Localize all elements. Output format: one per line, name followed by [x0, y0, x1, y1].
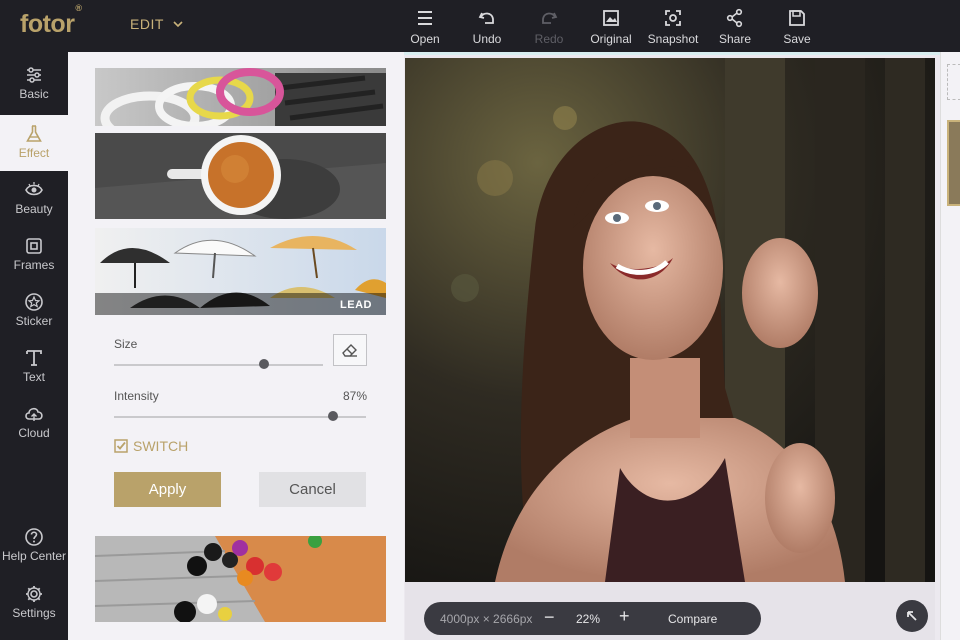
sidebar-item-text[interactable]: Text: [0, 339, 68, 395]
size-slider-track[interactable]: [114, 364, 323, 366]
edit-mode-label: EDIT: [130, 16, 164, 32]
sidebar-item-settings[interactable]: Settings: [0, 575, 68, 631]
fit-screen-button[interactable]: [896, 600, 928, 632]
arrow-up-left-icon: [907, 611, 917, 621]
undo-icon: [478, 12, 494, 24]
save-icon: [789, 10, 805, 26]
sidebar-item-basic[interactable]: Basic: [0, 56, 68, 112]
sidebar-item-frames[interactable]: Frames: [0, 227, 68, 283]
snapshot-icon: [665, 10, 681, 26]
edited-photo[interactable]: [405, 58, 935, 582]
bracelets-image: [95, 68, 386, 126]
left-sidebar: Basic Effect Beauty Frames Sticker Text …: [0, 52, 68, 640]
eraser-icon: [342, 344, 357, 357]
sidebar-item-effect[interactable]: Effect: [0, 115, 68, 171]
size-label: Size: [114, 337, 138, 351]
zoom-out-button[interactable]: −: [544, 607, 555, 628]
switch-label: SWITCH: [133, 438, 189, 454]
candies-image: [95, 536, 386, 622]
switch-checkbox[interactable]: SWITCH: [114, 438, 188, 454]
edit-mode-dropdown[interactable]: EDIT: [130, 16, 184, 32]
right-history-strip: [940, 52, 960, 640]
eraser-button[interactable]: [333, 334, 367, 366]
image-dimensions: 4000px × 2666px: [440, 612, 533, 626]
effect-thumbnail-candies[interactable]: [95, 536, 386, 622]
frame-icon: [26, 238, 42, 254]
effect-thumbnail-bracelets[interactable]: [95, 68, 386, 126]
star-icon: [25, 293, 43, 311]
eye-icon: [25, 182, 43, 196]
help-icon: [25, 528, 43, 546]
intensity-value: 87%: [343, 389, 368, 403]
open-button[interactable]: Open: [390, 8, 460, 46]
original-button[interactable]: Original: [576, 8, 646, 46]
text-icon: [26, 350, 42, 366]
redo-icon: [542, 12, 558, 24]
cloud-icon: [25, 407, 43, 421]
cancel-button[interactable]: Cancel: [259, 472, 366, 507]
effect-panel: LEAD Size Intensity 87% SWITCH Apply Can…: [68, 52, 404, 640]
zoom-in-button[interactable]: +: [619, 606, 630, 627]
fotor-logo[interactable]: fotor®: [20, 3, 82, 39]
redo-button[interactable]: Redo: [514, 8, 584, 46]
zoom-level: 22%: [576, 612, 601, 626]
intensity-label: Intensity: [114, 389, 159, 403]
intensity-slider-knob[interactable]: [328, 411, 339, 421]
menu-icon: [418, 11, 432, 25]
flask-icon: [26, 125, 42, 142]
image-icon: [603, 10, 619, 26]
zoom-bar: 4000px × 2666px − 22% + Compare: [424, 602, 761, 635]
share-button[interactable]: Share: [700, 8, 770, 46]
undo-button[interactable]: Undo: [452, 8, 522, 46]
gear-icon: [26, 586, 42, 602]
photo-canvas: 4000px × 2666px − 22% + Compare: [404, 52, 940, 640]
save-button[interactable]: Save: [762, 8, 832, 46]
teacup-image: [95, 133, 386, 219]
sidebar-item-beauty[interactable]: Beauty: [0, 171, 68, 227]
thumbnail-label-lead: LEAD: [340, 299, 372, 311]
snapshot-button[interactable]: Snapshot: [638, 8, 708, 46]
effect-thumbnail-lead[interactable]: LEAD: [95, 228, 386, 315]
canvas-top-highlight: [404, 52, 940, 55]
portrait-photo: [405, 58, 935, 582]
size-slider-knob[interactable]: [259, 359, 270, 369]
checkbox-checked-icon: [114, 439, 128, 453]
chevron-down-icon: [173, 21, 183, 28]
top-toolbar: fotor® EDIT Open Undo Redo Original Snap…: [0, 0, 960, 52]
history-placeholder[interactable]: [947, 64, 960, 100]
sidebar-item-cloud[interactable]: Cloud: [0, 395, 68, 451]
compare-button[interactable]: Compare: [668, 612, 717, 626]
share-icon: [726, 8, 743, 28]
effect-thumbnail-teacup[interactable]: [95, 133, 386, 219]
sliders-icon: [27, 67, 41, 83]
history-thumbnail[interactable]: [947, 120, 960, 206]
sidebar-item-sticker[interactable]: Sticker: [0, 283, 68, 339]
sidebar-item-help-center[interactable]: Help Center: [0, 518, 68, 574]
apply-button[interactable]: Apply: [114, 472, 221, 507]
